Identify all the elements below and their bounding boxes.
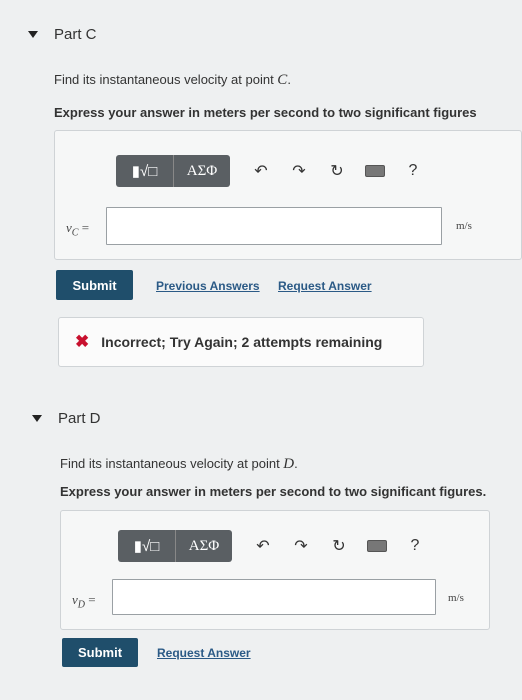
- symbols-button[interactable]: ΑΣΦ: [176, 530, 232, 562]
- templates-button[interactable]: ▮√□: [116, 155, 174, 187]
- redo-icon[interactable]: ↷: [280, 155, 318, 187]
- part-d-submit-button[interactable]: Submit: [62, 638, 138, 667]
- part-d-instruction: Express your answer in meters per second…: [60, 484, 487, 499]
- part-d-title: Part D: [58, 410, 101, 427]
- symbols-button[interactable]: ΑΣΦ: [174, 155, 230, 187]
- part-d-answer-input[interactable]: [112, 579, 436, 615]
- redo-icon[interactable]: ↷: [282, 530, 320, 562]
- part-c-question: Find its instantaneous velocity at point…: [54, 72, 291, 88]
- part-d-input-label: vD =: [72, 592, 96, 611]
- undo-icon[interactable]: ↶: [244, 530, 282, 562]
- reset-icon[interactable]: ↻: [320, 530, 358, 562]
- feedback-incorrect: ✖ Incorrect; Try Again; 2 attempts remai…: [58, 317, 424, 367]
- part-d-question: Find its instantaneous velocity at point…: [60, 456, 298, 472]
- collapse-caret-icon[interactable]: [32, 415, 42, 422]
- part-d-unit: m/s: [448, 592, 464, 604]
- part-c-answer-input[interactable]: [106, 207, 442, 245]
- keyboard-icon[interactable]: [356, 155, 394, 187]
- keyboard-shape: [367, 540, 387, 552]
- error-x-icon: ✖: [75, 332, 90, 351]
- part-d-math-toolbar: ▮√□ ΑΣΦ ↶ ↷ ↻ ?: [118, 530, 434, 562]
- part-c-submit-button[interactable]: Submit: [56, 270, 133, 300]
- part-d-request-answer-link[interactable]: Request Answer: [157, 646, 251, 660]
- keyboard-icon[interactable]: [358, 530, 396, 562]
- undo-icon[interactable]: ↶: [242, 155, 280, 187]
- part-c-header[interactable]: Part C: [28, 26, 97, 43]
- collapse-caret-icon[interactable]: [28, 31, 38, 38]
- part-c-input-label: vC =: [66, 220, 90, 239]
- keyboard-shape: [365, 165, 385, 177]
- part-d-header[interactable]: Part D: [32, 410, 101, 427]
- previous-answers-link[interactable]: Previous Answers: [156, 279, 260, 293]
- reset-icon[interactable]: ↻: [318, 155, 356, 187]
- feedback-text: Incorrect; Try Again; 2 attempts remaini…: [101, 334, 383, 350]
- help-icon[interactable]: ?: [394, 155, 432, 187]
- templates-button[interactable]: ▮√□: [118, 530, 176, 562]
- part-c-instruction: Express your answer in meters per second…: [54, 105, 477, 120]
- part-c-request-answer-link[interactable]: Request Answer: [278, 279, 372, 293]
- part-c-unit: m/s: [456, 220, 472, 232]
- part-c-title: Part C: [54, 26, 97, 43]
- part-c-math-toolbar: ▮√□ ΑΣΦ ↶ ↷ ↻ ?: [116, 155, 432, 187]
- help-icon[interactable]: ?: [396, 530, 434, 562]
